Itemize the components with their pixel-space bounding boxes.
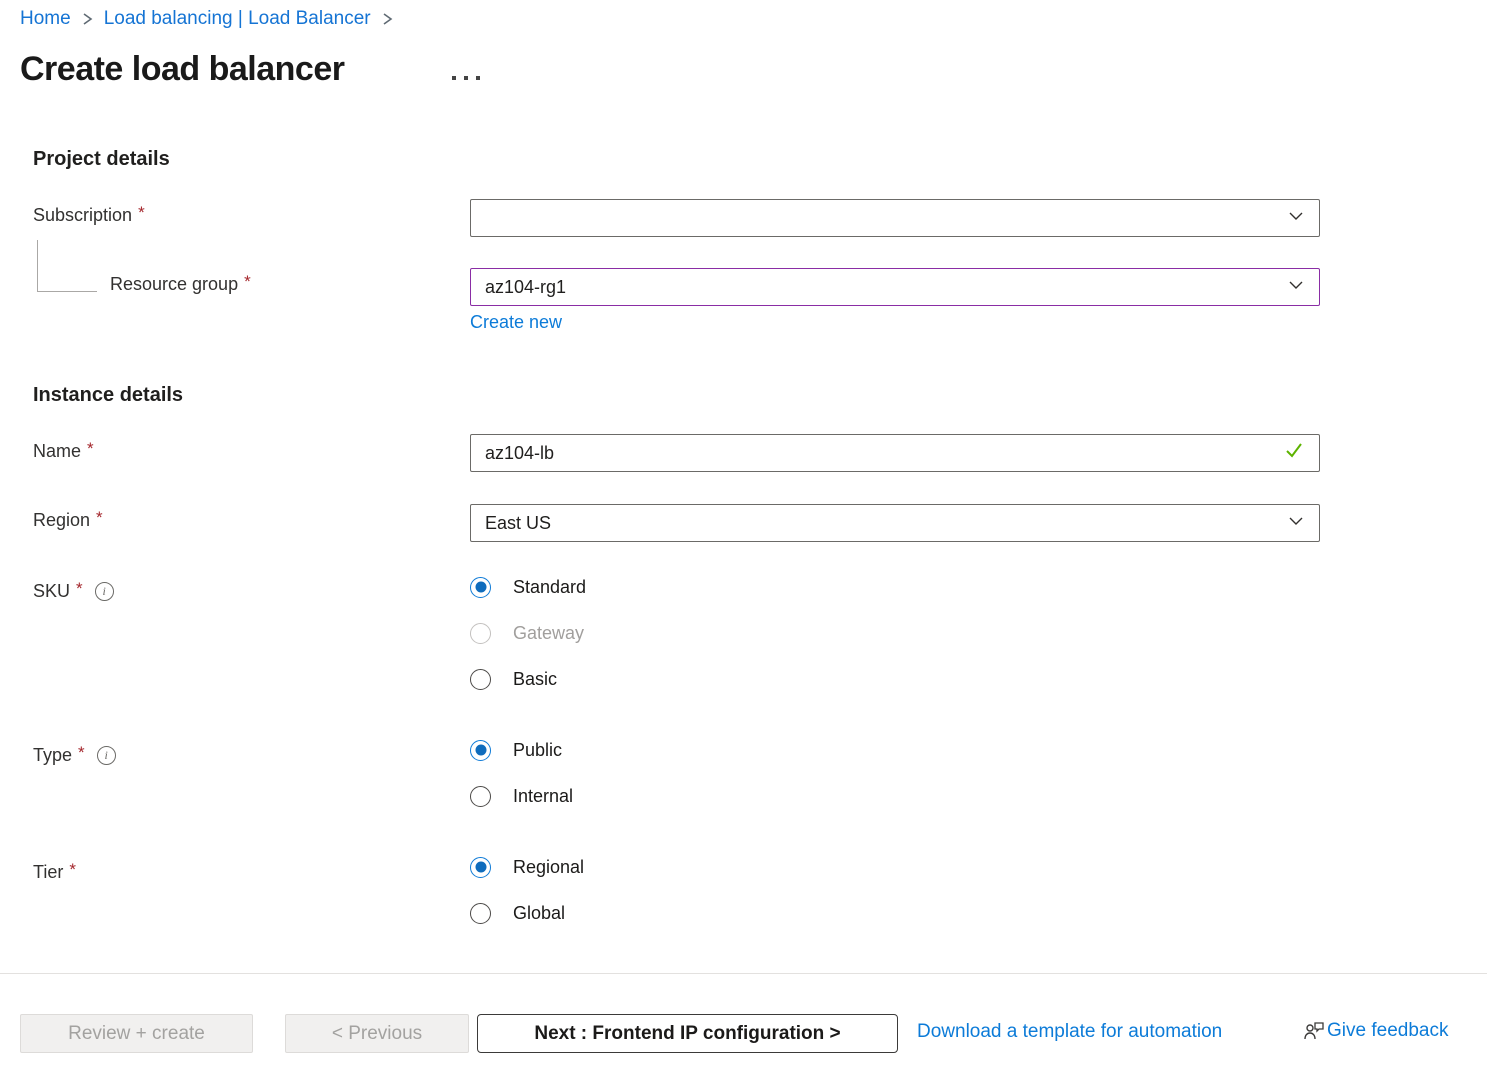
chevron-right-icon — [81, 11, 94, 27]
review-create-button[interactable]: Review + create — [20, 1014, 253, 1053]
chevron-down-icon — [1287, 207, 1305, 230]
breadcrumb-home-link[interactable]: Home — [20, 8, 71, 30]
radio-unselected-icon — [470, 786, 491, 807]
type-radio-group: Public Internal — [470, 727, 573, 819]
tier-option-global[interactable]: Global — [470, 890, 584, 936]
required-marker: * — [87, 439, 94, 459]
chevron-right-icon — [381, 11, 394, 27]
download-template-link[interactable]: Download a template for automation — [917, 1021, 1222, 1043]
radio-selected-icon — [470, 740, 491, 761]
field-connector-line — [37, 240, 97, 292]
required-marker: * — [69, 860, 76, 880]
name-label: Name * — [33, 441, 94, 462]
radio-unselected-icon — [470, 903, 491, 924]
create-new-link[interactable]: Create new — [470, 312, 562, 333]
type-option-public[interactable]: Public — [470, 727, 573, 773]
sku-radio-group: Standard Gateway Basic — [470, 564, 586, 702]
required-marker: * — [96, 508, 103, 528]
page-title: Create load balancer — [20, 50, 344, 89]
more-options-icon[interactable] — [448, 72, 484, 84]
instance-details-heading: Instance details — [33, 384, 183, 407]
type-option-internal[interactable]: Internal — [470, 773, 573, 819]
radio-disabled-icon — [470, 623, 491, 644]
next-button[interactable]: Next : Frontend IP configuration > — [477, 1014, 898, 1053]
type-label: Type * i — [33, 745, 116, 766]
required-marker: * — [76, 579, 83, 599]
region-label: Region * — [33, 510, 103, 531]
resource-group-value: az104-rg1 — [485, 277, 1287, 298]
feedback-icon — [1303, 1019, 1325, 1043]
required-marker: * — [244, 272, 251, 292]
breadcrumb: Home Load balancing | Load Balancer — [20, 8, 394, 30]
sku-option-basic[interactable]: Basic — [470, 656, 586, 702]
resource-group-dropdown[interactable]: az104-rg1 — [470, 268, 1320, 306]
breadcrumb-parent-link[interactable]: Load balancing | Load Balancer — [104, 8, 371, 30]
radio-unselected-icon — [470, 669, 491, 690]
name-field-wrapper — [470, 434, 1320, 472]
tier-radio-group: Regional Global — [470, 844, 584, 936]
tier-label: Tier * — [33, 862, 76, 883]
chevron-down-icon — [1287, 276, 1305, 299]
project-details-heading: Project details — [33, 148, 170, 171]
required-marker: * — [78, 743, 85, 763]
info-icon[interactable]: i — [95, 582, 114, 601]
footer-divider — [0, 973, 1487, 974]
tier-option-regional[interactable]: Regional — [470, 844, 584, 890]
subscription-label: Subscription * — [33, 205, 145, 226]
previous-button[interactable]: < Previous — [285, 1014, 469, 1053]
sku-option-gateway: Gateway — [470, 610, 586, 656]
resource-group-label: Resource group * — [110, 274, 251, 295]
give-feedback-link[interactable]: Give feedback — [1303, 1019, 1448, 1043]
sku-option-standard[interactable]: Standard — [470, 564, 586, 610]
region-dropdown[interactable]: East US — [470, 504, 1320, 542]
name-input[interactable] — [485, 443, 1283, 464]
region-value: East US — [485, 513, 1287, 534]
info-icon[interactable]: i — [97, 746, 116, 765]
required-marker: * — [138, 203, 145, 223]
chevron-down-icon — [1287, 512, 1305, 535]
sku-label: SKU * i — [33, 581, 114, 602]
valid-checkmark-icon — [1283, 439, 1305, 467]
radio-selected-icon — [470, 577, 491, 598]
subscription-dropdown[interactable] — [470, 199, 1320, 237]
radio-selected-icon — [470, 857, 491, 878]
